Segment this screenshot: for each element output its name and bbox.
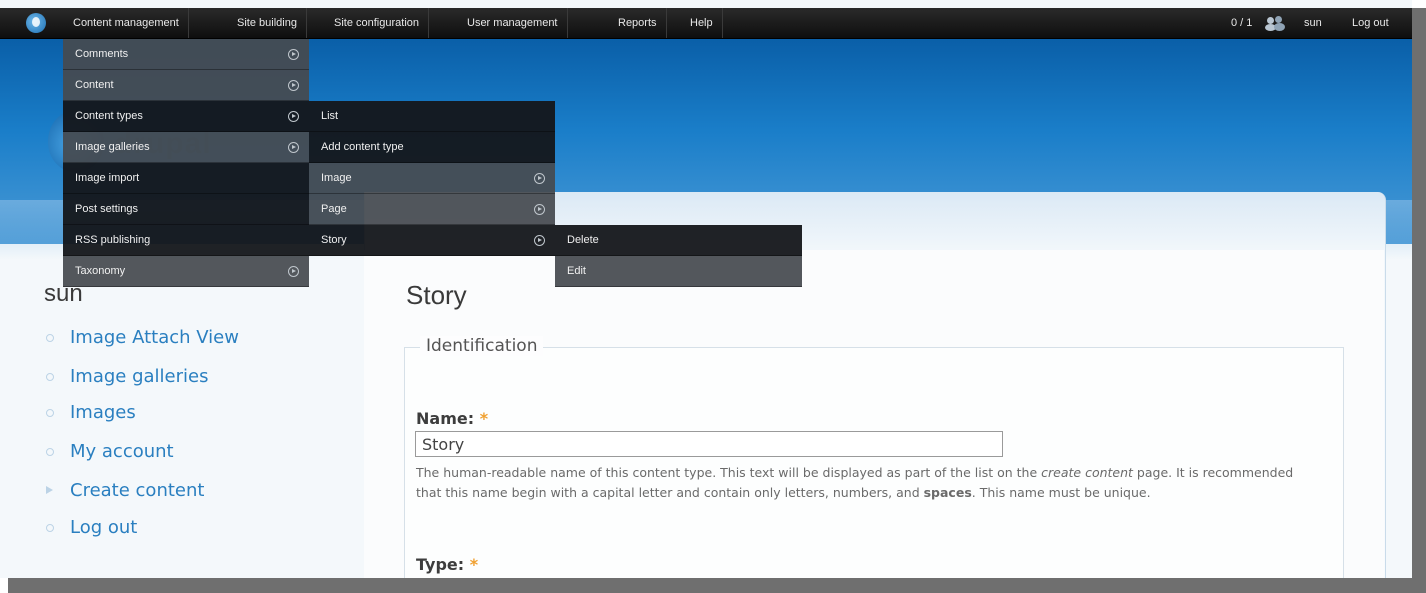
menu-item-list[interactable]: List bbox=[309, 101, 555, 132]
menu-item-label: Content types bbox=[75, 110, 143, 122]
menu-item-label: Story bbox=[321, 234, 347, 246]
name-desc-pre: The human-readable name of this content … bbox=[416, 465, 1042, 480]
menu-item-label: List bbox=[321, 110, 339, 122]
submenu-arrow-icon bbox=[288, 142, 299, 153]
user-head-shape bbox=[1267, 17, 1274, 24]
sidebar-item-label: Images bbox=[70, 402, 136, 423]
name-label: Name: * bbox=[416, 409, 488, 428]
menu-site-configuration[interactable]: Site configuration bbox=[325, 8, 429, 38]
menu-item-label: RSS publishing bbox=[75, 234, 151, 246]
name-description: The human-readable name of this content … bbox=[416, 463, 1316, 503]
create-content-emphasis: create content bbox=[1041, 465, 1133, 480]
menu-item-label: Page bbox=[321, 203, 347, 215]
menu-item-label: Image import bbox=[75, 172, 140, 184]
menu-item-delete[interactable]: Delete bbox=[555, 225, 802, 256]
sidebar-item-label: My account bbox=[70, 441, 174, 462]
menu-content-management[interactable]: Content management bbox=[64, 8, 189, 38]
menu-item-image-import[interactable]: Image import bbox=[63, 163, 309, 194]
name-desc-post: . This name must be unique. bbox=[971, 485, 1151, 500]
menu-item-label: Comments bbox=[75, 48, 129, 60]
submenu-arrow-icon bbox=[288, 111, 299, 122]
frame-shadow-right bbox=[1412, 8, 1426, 593]
type-label: Type: * bbox=[416, 555, 478, 574]
bullet-icon bbox=[46, 334, 54, 342]
menu-item-edit[interactable]: Edit bbox=[555, 256, 802, 287]
required-mark: * bbox=[479, 409, 489, 428]
shadow-gap bbox=[1412, 0, 1426, 8]
menu-item-comments[interactable]: Comments bbox=[63, 39, 309, 70]
user-head-shape bbox=[1275, 16, 1282, 23]
bullet-icon bbox=[46, 409, 54, 417]
submenu-arrow-icon bbox=[288, 49, 299, 60]
online-users-counter[interactable]: 0 / 1 bbox=[1225, 8, 1258, 38]
menu-item-image-galleries[interactable]: Image galleries bbox=[63, 132, 309, 163]
menu-item-taxonomy[interactable]: Taxonomy bbox=[63, 256, 309, 287]
menu-item-label: Taxonomy bbox=[75, 265, 126, 277]
bullet-icon bbox=[46, 373, 54, 381]
spaces-emphasis: spaces bbox=[923, 485, 972, 500]
sidebar-item-label: Create content bbox=[70, 480, 205, 501]
menu-item-label: Image bbox=[321, 172, 352, 184]
drupal-home-icon[interactable] bbox=[26, 13, 46, 33]
sidebar-item-label: Image Attach View bbox=[70, 327, 239, 348]
menu-site-building[interactable]: Site building bbox=[228, 8, 307, 38]
menu-reports[interactable]: Reports bbox=[609, 8, 667, 38]
menu-item-image[interactable]: Image bbox=[309, 163, 555, 194]
menu-user-management[interactable]: User management bbox=[458, 8, 568, 38]
menu-item-label: Delete bbox=[567, 234, 599, 246]
menu-item-add-content-type[interactable]: Add content type bbox=[309, 132, 555, 163]
current-username[interactable]: sun bbox=[1298, 8, 1328, 38]
menu-item-label: Content bbox=[75, 79, 114, 91]
menu-item-label: Edit bbox=[567, 265, 586, 277]
menu-item-content-types[interactable]: Content types bbox=[63, 101, 309, 132]
submenu-arrow-icon bbox=[534, 173, 545, 184]
name-label-text: Name: bbox=[416, 409, 475, 428]
submenu-arrow-icon bbox=[534, 235, 545, 246]
frame-shadow-bottom bbox=[8, 578, 1426, 593]
submenu-arrow-icon bbox=[288, 80, 299, 91]
menu-item-story[interactable]: Story bbox=[309, 225, 555, 256]
logout-link[interactable]: Log out bbox=[1346, 8, 1395, 38]
submenu-arrow-icon bbox=[534, 204, 545, 215]
menu-item-label: Image galleries bbox=[75, 141, 150, 153]
menu-item-label: Post settings bbox=[75, 203, 138, 215]
submenu-arrow-icon bbox=[288, 266, 299, 277]
type-label-text: Type: bbox=[416, 555, 465, 574]
admin-menu-bar: Content management Site building Site co… bbox=[0, 8, 1412, 39]
sidebar-item-label: Log out bbox=[70, 517, 138, 538]
menu-item-post-settings[interactable]: Post settings bbox=[63, 194, 309, 225]
menu-item-rss-publishing[interactable]: RSS publishing bbox=[63, 225, 309, 256]
sidebar-item-label: Image galleries bbox=[70, 366, 209, 387]
bullet-icon bbox=[46, 524, 54, 532]
menu-item-content[interactable]: Content bbox=[63, 70, 309, 101]
fieldset-legend[interactable]: Identification bbox=[420, 336, 544, 356]
menu-item-page[interactable]: Page bbox=[309, 194, 555, 225]
browser-screenshot: drupal Story Identification Name: * The … bbox=[0, 0, 1412, 578]
menu-help[interactable]: Help bbox=[681, 8, 723, 38]
users-icon[interactable] bbox=[1265, 15, 1285, 31]
menu-item-label: Add content type bbox=[321, 141, 404, 153]
user-body-shape bbox=[1274, 23, 1285, 31]
page-title: Story bbox=[406, 280, 467, 310]
required-mark: * bbox=[469, 555, 479, 574]
bullet-icon bbox=[46, 448, 54, 456]
name-input[interactable] bbox=[415, 431, 1003, 457]
expand-triangle-icon bbox=[46, 486, 53, 494]
